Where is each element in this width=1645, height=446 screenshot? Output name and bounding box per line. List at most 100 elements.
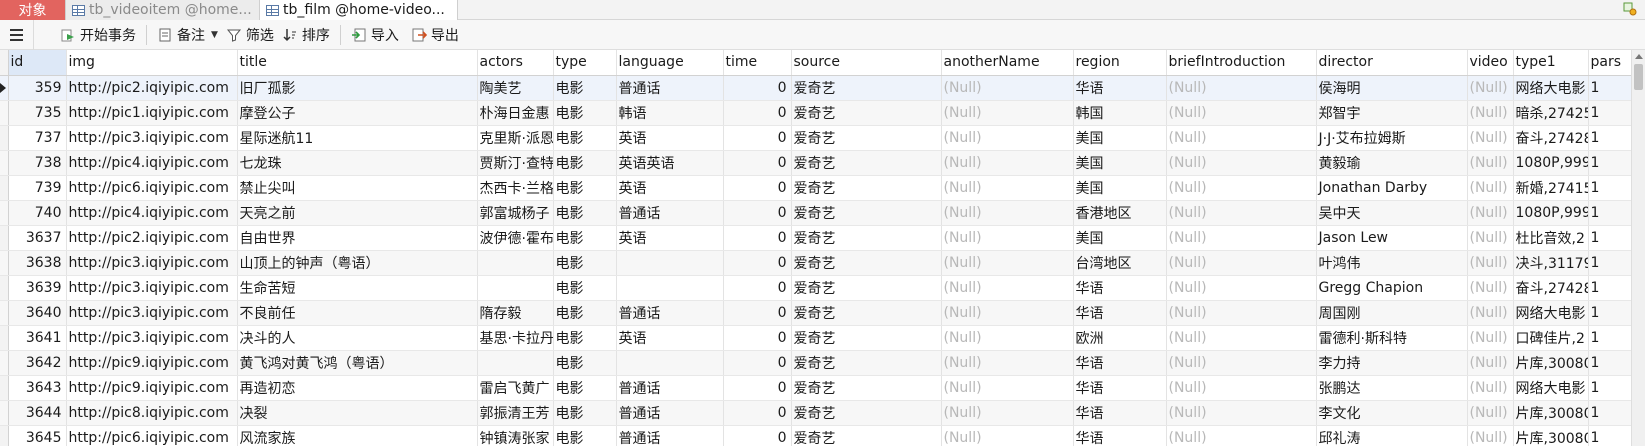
cell-region[interactable]: 美国 (1073, 175, 1167, 201)
cell-language[interactable] (616, 250, 724, 276)
cell-anothername[interactable]: (Null) (941, 400, 1074, 426)
cell-anothername[interactable]: (Null) (941, 175, 1074, 201)
scrollbar-thumb[interactable] (1634, 64, 1643, 90)
cell-time[interactable]: 0 (723, 300, 792, 326)
cell-time[interactable]: 0 (723, 125, 792, 151)
table-row[interactable]: 3644 http://pic8.iqiyipic.com 决裂 郭振清王芳 电影 普通话… (0, 400, 1632, 426)
cell-actors[interactable] (477, 350, 554, 376)
cell-briefintroduction[interactable]: (Null) (1166, 75, 1317, 101)
table-row[interactable]: 737 http://pic3.iqiyipic.com 星际迷航11 克里斯·派恩电… (0, 125, 1632, 151)
cell-title[interactable]: 星际迷航11 (237, 125, 478, 151)
cell-source[interactable]: 爱奇艺 (791, 200, 942, 226)
cell-anothername[interactable]: (Null) (941, 125, 1074, 151)
cell-id[interactable]: 3639 (8, 275, 67, 301)
cell-source[interactable]: 爱奇艺 (791, 175, 942, 201)
cell-anothername[interactable]: (Null) (941, 150, 1074, 176)
cell-title[interactable]: 山顶上的钟声（粤语） (237, 250, 478, 276)
cell-type1[interactable]: 1080P,999 (1513, 150, 1589, 176)
cell-time[interactable]: 0 (723, 225, 792, 251)
cell-anothername[interactable]: (Null) (941, 225, 1074, 251)
cell-region[interactable]: 欧洲 (1073, 325, 1167, 351)
cell-video[interactable]: (Null) (1467, 375, 1514, 401)
column-header-actors[interactable]: actors (477, 50, 554, 76)
cell-title[interactable]: 旧厂孤影 (237, 75, 478, 101)
cell-type[interactable]: 电影 (553, 400, 617, 426)
cell-briefintroduction[interactable]: (Null) (1166, 150, 1317, 176)
column-header-director[interactable]: director (1316, 50, 1468, 76)
cell-video[interactable]: (Null) (1467, 125, 1514, 151)
cell-region[interactable]: 韩国 (1073, 100, 1167, 126)
cell-type[interactable]: 电影 (553, 300, 617, 326)
cell-type1[interactable]: 暗杀,27425 (1513, 100, 1589, 126)
cell-pars[interactable]: 1 (1588, 325, 1632, 351)
cell-director[interactable]: Jonathan Darby (1316, 175, 1468, 201)
cell-actors[interactable]: 朴海日金惠 (477, 100, 554, 126)
cell-type[interactable]: 电影 (553, 125, 617, 151)
table-row[interactable]: 3643 http://pic9.iqiyipic.com 再造初恋 雷启飞黄广 电影普… (0, 375, 1632, 401)
column-header-briefintroduction[interactable]: briefIntroduction (1166, 50, 1317, 76)
cell-actors[interactable] (477, 250, 554, 276)
cell-title[interactable]: 七龙珠 (237, 150, 478, 176)
cell-video[interactable]: (Null) (1467, 425, 1514, 446)
cell-actors[interactable]: 克里斯·派恩 (477, 125, 554, 151)
column-header-source[interactable]: source (791, 50, 942, 76)
cell-img[interactable]: http://pic2.iqiyipic.com (66, 75, 238, 101)
row-header[interactable] (0, 225, 9, 251)
cell-language[interactable]: 英语 (616, 325, 724, 351)
cell-type1[interactable]: 网络大电影 (1513, 300, 1589, 326)
cell-director[interactable]: 黄毅瑜 (1316, 150, 1468, 176)
cell-region[interactable]: 美国 (1073, 150, 1167, 176)
cell-time[interactable]: 0 (723, 400, 792, 426)
cell-img[interactable]: http://pic6.iqiyipic.com (66, 175, 238, 201)
cell-time[interactable]: 0 (723, 175, 792, 201)
table-row[interactable]: 3639 http://pic3.iqiyipic.com 生命苦短 电影 0 爱奇艺 (N… (0, 275, 1632, 301)
cell-type[interactable]: 电影 (553, 150, 617, 176)
cell-language[interactable]: 普通话 (616, 425, 724, 446)
cell-type1[interactable]: 网络大电影 (1513, 75, 1589, 101)
cell-time[interactable]: 0 (723, 425, 792, 446)
cell-region[interactable]: 香港地区 (1073, 200, 1167, 226)
row-header[interactable] (0, 250, 9, 276)
table-row[interactable]: 740 http://pic4.iqiyipic.com 天亮之前 郭富城杨子 电影 普通… (0, 200, 1632, 226)
cell-type[interactable]: 电影 (553, 225, 617, 251)
column-header-region[interactable]: region (1073, 50, 1167, 76)
cell-actors[interactable]: 隋存毅 (477, 300, 554, 326)
chevron-down-icon[interactable]: ▼ (211, 30, 218, 40)
cell-language[interactable] (616, 350, 724, 376)
cell-language[interactable]: 英语英语 (616, 150, 724, 176)
cell-source[interactable]: 爱奇艺 (791, 125, 942, 151)
cell-img[interactable]: http://pic3.iqiyipic.com (66, 250, 238, 276)
cell-video[interactable]: (Null) (1467, 75, 1514, 101)
cell-type[interactable]: 电影 (553, 325, 617, 351)
cell-pars[interactable]: 1 (1588, 375, 1632, 401)
begin-transaction-button[interactable]: 开始事务 (54, 22, 142, 48)
cell-language[interactable]: 韩语 (616, 100, 724, 126)
cell-anothername[interactable]: (Null) (941, 425, 1074, 446)
cell-anothername[interactable]: (Null) (941, 375, 1074, 401)
cell-director[interactable]: 吴中天 (1316, 200, 1468, 226)
cell-type1[interactable]: 决斗,31179 (1513, 250, 1589, 276)
cell-time[interactable]: 0 (723, 250, 792, 276)
cell-type[interactable]: 电影 (553, 275, 617, 301)
cell-video[interactable]: (Null) (1467, 275, 1514, 301)
cell-director[interactable]: 雷德利·斯科特 (1316, 325, 1468, 351)
cell-video[interactable]: (Null) (1467, 150, 1514, 176)
cell-briefintroduction[interactable]: (Null) (1166, 100, 1317, 126)
cell-source[interactable]: 爱奇艺 (791, 300, 942, 326)
cell-video[interactable]: (Null) (1467, 225, 1514, 251)
table-row[interactable]: 735 http://pic1.iqiyipic.com 摩登公子 朴海日金惠 电影 韩语… (0, 100, 1632, 126)
cell-language[interactable]: 普通话 (616, 200, 724, 226)
cell-title[interactable]: 自由世界 (237, 225, 478, 251)
cell-pars[interactable]: 1 (1588, 250, 1632, 276)
cell-actors[interactable]: 钟镇涛张家 (477, 425, 554, 446)
cell-source[interactable]: 爱奇艺 (791, 100, 942, 126)
sort-button[interactable]: 排序 (280, 22, 336, 48)
cell-img[interactable]: http://pic9.iqiyipic.com (66, 350, 238, 376)
tab-objects[interactable]: 对象 (0, 0, 66, 20)
cell-pars[interactable]: 1 (1588, 125, 1632, 151)
cell-source[interactable]: 爱奇艺 (791, 325, 942, 351)
tab-tb-film[interactable]: tb_film @home-video... (260, 0, 458, 20)
table-row[interactable]: 3645 http://pic6.iqiyipic.com 风流家族 钟镇涛张家 电影普… (0, 425, 1632, 446)
cell-time[interactable]: 0 (723, 200, 792, 226)
cell-actors[interactable]: 郭富城杨子 (477, 200, 554, 226)
